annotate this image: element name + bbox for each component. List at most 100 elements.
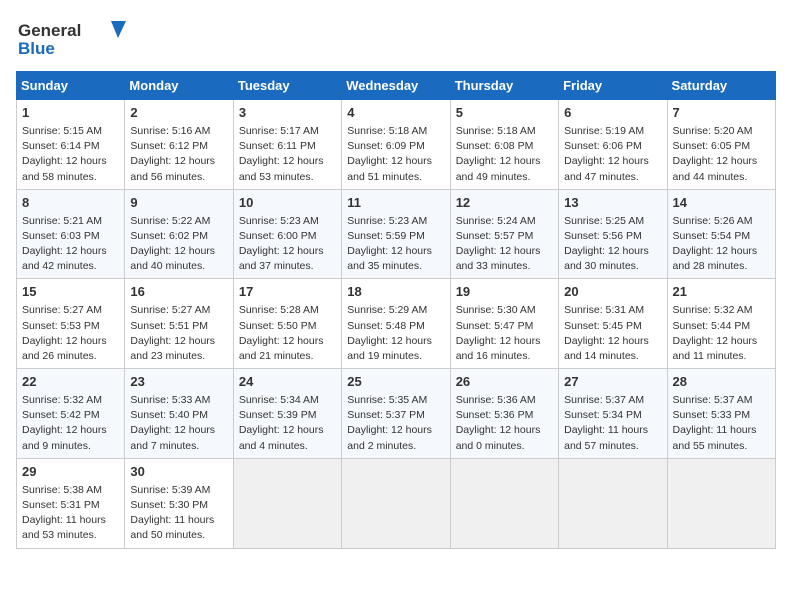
sunrise-text: Sunrise: 5:18 AM [347,125,427,137]
calendar-cell: 5Sunrise: 5:18 AMSunset: 6:08 PMDaylight… [450,100,558,190]
calendar-cell [342,458,450,548]
daylight-minutes: and 42 minutes. [22,260,97,272]
dow-header: Saturday [667,72,775,100]
daylight-label: Daylight: 12 hours [673,335,758,347]
daylight-minutes: and 49 minutes. [456,171,531,183]
sunrise-text: Sunrise: 5:19 AM [564,125,644,137]
calendar-cell: 1Sunrise: 5:15 AMSunset: 6:14 PMDaylight… [17,100,125,190]
daylight-minutes: and 50 minutes. [130,529,205,541]
daylight-minutes: and 19 minutes. [347,350,422,362]
sunset-text: Sunset: 5:51 PM [130,320,208,332]
sunset-text: Sunset: 5:44 PM [673,320,751,332]
sunset-text: Sunset: 5:39 PM [239,409,317,421]
calendar-cell: 23Sunrise: 5:33 AMSunset: 5:40 PMDayligh… [125,369,233,459]
daylight-label: Daylight: 12 hours [347,335,432,347]
daylight-minutes: and 9 minutes. [22,440,91,452]
sunset-text: Sunset: 6:12 PM [130,140,208,152]
daylight-label: Daylight: 12 hours [564,155,649,167]
calendar-cell: 10Sunrise: 5:23 AMSunset: 6:00 PMDayligh… [233,189,341,279]
sunrise-text: Sunrise: 5:37 AM [673,394,753,406]
sunset-text: Sunset: 6:02 PM [130,230,208,242]
daylight-label: Daylight: 11 hours [22,514,106,526]
daylight-label: Daylight: 12 hours [130,155,215,167]
sunset-text: Sunset: 5:54 PM [673,230,751,242]
calendar-cell: 12Sunrise: 5:24 AMSunset: 5:57 PMDayligh… [450,189,558,279]
logo: General Blue [16,16,126,61]
sunrise-text: Sunrise: 5:18 AM [456,125,536,137]
day-number: 21 [673,283,770,302]
day-number: 28 [673,373,770,392]
sunrise-text: Sunrise: 5:24 AM [456,215,536,227]
day-number: 11 [347,194,444,213]
day-number: 13 [564,194,661,213]
daylight-label: Daylight: 11 hours [130,514,214,526]
day-of-week-row: SundayMondayTuesdayWednesdayThursdayFrid… [17,72,776,100]
day-number: 20 [564,283,661,302]
daylight-label: Daylight: 12 hours [22,424,107,436]
daylight-label: Daylight: 12 hours [456,335,541,347]
calendar-week-row: 29Sunrise: 5:38 AMSunset: 5:31 PMDayligh… [17,458,776,548]
calendar-table: SundayMondayTuesdayWednesdayThursdayFrid… [16,71,776,549]
sunrise-text: Sunrise: 5:16 AM [130,125,210,137]
calendar-cell [667,458,775,548]
sunset-text: Sunset: 6:11 PM [239,140,316,152]
calendar-cell: 19Sunrise: 5:30 AMSunset: 5:47 PMDayligh… [450,279,558,369]
calendar-cell: 4Sunrise: 5:18 AMSunset: 6:09 PMDaylight… [342,100,450,190]
day-number: 16 [130,283,227,302]
daylight-minutes: and 16 minutes. [456,350,531,362]
daylight-minutes: and 21 minutes. [239,350,314,362]
sunrise-text: Sunrise: 5:38 AM [22,484,102,496]
sunrise-text: Sunrise: 5:15 AM [22,125,102,137]
daylight-minutes: and 14 minutes. [564,350,639,362]
calendar-cell [233,458,341,548]
daylight-label: Daylight: 12 hours [347,424,432,436]
daylight-minutes: and 33 minutes. [456,260,531,272]
daylight-minutes: and 7 minutes. [130,440,199,452]
calendar-cell: 28Sunrise: 5:37 AMSunset: 5:33 PMDayligh… [667,369,775,459]
sunset-text: Sunset: 5:53 PM [22,320,100,332]
svg-text:General: General [18,21,81,40]
sunrise-text: Sunrise: 5:35 AM [347,394,427,406]
daylight-minutes: and 4 minutes. [239,440,308,452]
sunrise-text: Sunrise: 5:32 AM [22,394,102,406]
daylight-label: Daylight: 12 hours [22,245,107,257]
dow-header: Friday [559,72,667,100]
daylight-minutes: and 53 minutes. [239,171,314,183]
sunset-text: Sunset: 5:37 PM [347,409,425,421]
calendar-cell: 25Sunrise: 5:35 AMSunset: 5:37 PMDayligh… [342,369,450,459]
daylight-label: Daylight: 12 hours [456,245,541,257]
calendar-cell: 21Sunrise: 5:32 AMSunset: 5:44 PMDayligh… [667,279,775,369]
daylight-minutes: and 35 minutes. [347,260,422,272]
dow-header: Thursday [450,72,558,100]
calendar-cell: 18Sunrise: 5:29 AMSunset: 5:48 PMDayligh… [342,279,450,369]
sunrise-text: Sunrise: 5:34 AM [239,394,319,406]
page-header: General Blue [16,16,776,61]
calendar-cell: 24Sunrise: 5:34 AMSunset: 5:39 PMDayligh… [233,369,341,459]
calendar-cell: 15Sunrise: 5:27 AMSunset: 5:53 PMDayligh… [17,279,125,369]
dow-header: Wednesday [342,72,450,100]
logo-svg: General Blue [16,16,126,61]
sunrise-text: Sunrise: 5:30 AM [456,304,536,316]
day-number: 4 [347,104,444,123]
sunrise-text: Sunrise: 5:36 AM [456,394,536,406]
calendar-cell: 8Sunrise: 5:21 AMSunset: 6:03 PMDaylight… [17,189,125,279]
dow-header: Monday [125,72,233,100]
calendar-body: 1Sunrise: 5:15 AMSunset: 6:14 PMDaylight… [17,100,776,549]
calendar-cell: 27Sunrise: 5:37 AMSunset: 5:34 PMDayligh… [559,369,667,459]
daylight-label: Daylight: 12 hours [130,424,215,436]
daylight-minutes: and 40 minutes. [130,260,205,272]
daylight-minutes: and 44 minutes. [673,171,748,183]
sunset-text: Sunset: 6:03 PM [22,230,100,242]
daylight-label: Daylight: 12 hours [239,424,324,436]
daylight-label: Daylight: 12 hours [564,335,649,347]
daylight-minutes: and 11 minutes. [673,350,747,362]
daylight-minutes: and 23 minutes. [130,350,205,362]
daylight-label: Daylight: 12 hours [673,155,758,167]
daylight-minutes: and 53 minutes. [22,529,97,541]
day-number: 23 [130,373,227,392]
sunset-text: Sunset: 5:30 PM [130,499,208,511]
sunset-text: Sunset: 5:42 PM [22,409,100,421]
calendar-cell [559,458,667,548]
daylight-label: Daylight: 12 hours [239,155,324,167]
calendar-cell: 17Sunrise: 5:28 AMSunset: 5:50 PMDayligh… [233,279,341,369]
